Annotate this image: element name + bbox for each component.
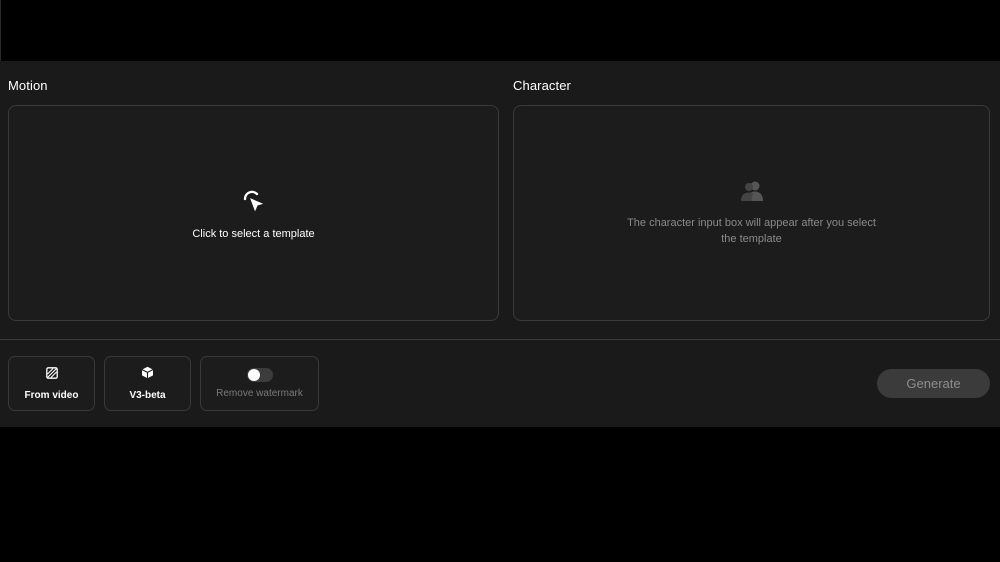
- remove-watermark-toggle[interactable]: [246, 368, 273, 382]
- motion-section-label: Motion: [8, 78, 48, 93]
- remove-watermark-option[interactable]: Remove watermark: [200, 356, 319, 411]
- motion-template-selector[interactable]: Click to select a template: [8, 105, 499, 321]
- panel-divider: [0, 339, 1000, 340]
- striped-square-icon: [45, 366, 58, 384]
- remove-watermark-label: Remove watermark: [216, 388, 303, 399]
- character-placeholder-text: The character input box will appear afte…: [627, 216, 876, 245]
- v3-beta-button[interactable]: V3-beta: [104, 356, 191, 411]
- cube-icon: [141, 366, 154, 384]
- pointer-click-icon: [239, 187, 269, 222]
- from-video-label: From video: [24, 390, 79, 401]
- toggle-knob: [247, 369, 260, 381]
- generate-button[interactable]: Generate: [877, 369, 990, 398]
- v3-beta-label: V3-beta: [129, 390, 166, 401]
- users-icon: [740, 180, 764, 207]
- character-input-area: The character input box will appear afte…: [513, 105, 990, 321]
- from-video-button[interactable]: From video: [8, 356, 95, 411]
- motion-placeholder-text: Click to select a template: [192, 227, 315, 240]
- character-section-label: Character: [513, 78, 571, 93]
- app-frame: Motion Character Click to select a templ…: [0, 0, 1000, 562]
- generator-panel: Motion Character Click to select a templ…: [0, 61, 1000, 427]
